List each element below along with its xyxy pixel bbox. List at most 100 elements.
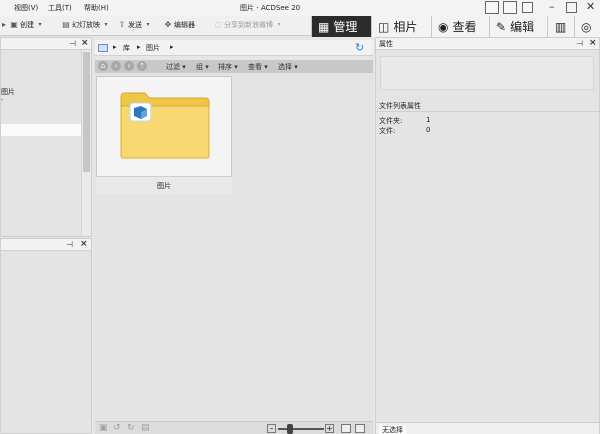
view-menu[interactable]: 查看 ▾ bbox=[248, 62, 268, 72]
divider bbox=[376, 111, 599, 112]
pin-icon[interactable]: ⊣ bbox=[69, 39, 76, 48]
breadcrumb-separator-icon: ▸ bbox=[170, 43, 174, 51]
fullscreen-icon[interactable] bbox=[522, 2, 533, 13]
mode-tab-dashboard[interactable]: ▥ bbox=[547, 16, 574, 37]
properties-panel-header: 属性 ⊣ × bbox=[376, 38, 599, 50]
select-menu[interactable]: 选择 ▾ bbox=[278, 62, 298, 72]
rotate-right-icon[interactable]: ↻ bbox=[127, 423, 135, 433]
toolbar-slideshow-button[interactable]: ▤ 幻灯放映 ▾ bbox=[62, 20, 110, 30]
group-menu-label: 组 bbox=[196, 63, 203, 71]
layout-split-icon[interactable] bbox=[503, 1, 517, 14]
toolbar-send-label: 发送 bbox=[128, 21, 142, 29]
toolbar-send-button[interactable]: ⇧ 发送 ▾ bbox=[118, 20, 152, 30]
folder-count-value: 1 bbox=[426, 116, 431, 124]
breadcrumb: ▸ 库 ▸ 图片 ▸ ↻ bbox=[95, 40, 373, 56]
mode-tab-edit[interactable]: ✎ 编辑 bbox=[489, 16, 547, 37]
folder-tree-selected-row[interactable] bbox=[1, 124, 81, 136]
mode-tab-view-label: 查看 bbox=[452, 20, 477, 34]
chevron-down-icon: ▾ bbox=[38, 21, 42, 28]
toolbar-editor-label: 编辑器 bbox=[174, 21, 195, 29]
slideshow-small-icon[interactable]: ▤ bbox=[141, 423, 150, 433]
breadcrumb-item-pictures[interactable]: 图片 bbox=[146, 43, 160, 53]
breadcrumb-item-library[interactable]: 库 bbox=[123, 43, 130, 53]
close-icon[interactable]: × bbox=[81, 38, 89, 48]
zoom-slider-thumb[interactable] bbox=[287, 424, 293, 434]
toolbar-weibo-share-label: 分享到新浪微博 bbox=[224, 21, 273, 29]
rotate-left-icon[interactable]: ↺ bbox=[113, 423, 121, 433]
back-icon[interactable]: ‹ bbox=[111, 61, 121, 71]
breadcrumb-separator-icon: ▸ bbox=[137, 43, 141, 51]
zoom-out-icon[interactable]: – bbox=[267, 424, 276, 433]
chevron-down-icon: ▾ bbox=[104, 21, 108, 28]
minimize-icon[interactable]: – bbox=[549, 1, 555, 13]
file-list-properties-title: 文件列表属性 bbox=[379, 102, 421, 110]
filter-toolbar: ⌂ ‹ › ⇡ 过滤 ▾ 组 ▾ 排序 ▾ 查看 ▾ 选择 ▾ bbox=[95, 60, 373, 73]
mode-tab-photos[interactable]: ◫ 相片 bbox=[371, 16, 431, 37]
weibo-share-icon: ◌ bbox=[214, 20, 222, 29]
file-count-label: 文件: bbox=[379, 127, 396, 135]
group-menu[interactable]: 组 ▾ bbox=[196, 62, 209, 72]
filter-menu[interactable]: 过滤 ▾ bbox=[166, 62, 186, 72]
editor-icon: ✥ bbox=[164, 20, 172, 29]
pin-icon[interactable]: ⊣ bbox=[576, 39, 583, 48]
batch-icon[interactable]: ▣ bbox=[99, 423, 108, 433]
properties-panel: 属性 ⊣ × 文件列表属性 文件夹: 1 文件: 0 无选择 bbox=[375, 37, 600, 434]
details-view-icon[interactable] bbox=[355, 424, 365, 433]
close-icon[interactable]: ✕ bbox=[586, 1, 595, 13]
forward-icon[interactable]: › bbox=[124, 61, 134, 71]
properties-tabbar: 无选择 bbox=[376, 422, 599, 434]
file-count-value: 0 bbox=[426, 126, 431, 134]
home-icon[interactable]: ⌂ bbox=[98, 61, 108, 71]
eye-icon: ◉ bbox=[438, 19, 449, 34]
mode-tab-manage-label: 管理 bbox=[333, 20, 358, 34]
thumbnail-label: 图片 bbox=[157, 182, 171, 190]
menu-tools[interactable]: 工具(T) bbox=[48, 3, 72, 13]
computer-icon[interactable] bbox=[98, 44, 108, 52]
folder-icon bbox=[120, 92, 210, 159]
thumbnail-caption: 图片 bbox=[96, 176, 232, 194]
toolbar-weibo-share-button[interactable]: ◌ 分享到新浪微博 ▾ bbox=[214, 20, 283, 30]
scroll-thumb[interactable] bbox=[83, 52, 90, 172]
grid-icon: ▦ bbox=[318, 19, 330, 34]
maximize-icon[interactable] bbox=[566, 2, 577, 13]
properties-preview-box bbox=[380, 56, 594, 90]
select-menu-label: 选择 bbox=[278, 63, 292, 71]
toolbar-create-label: 创建 bbox=[20, 21, 34, 29]
menu-view[interactable]: 视图(V) bbox=[14, 3, 38, 13]
toolbar-editor-button[interactable]: ✥ 编辑器 bbox=[164, 20, 195, 30]
chevron-down-icon: ▾ bbox=[146, 21, 150, 28]
view-menu-label: 查看 bbox=[248, 63, 262, 71]
preview-panel: ⊣ × bbox=[0, 238, 92, 434]
image-view-icon[interactable] bbox=[341, 424, 351, 433]
breadcrumb-separator-icon: ▸ bbox=[113, 43, 117, 51]
edit-icon: ✎ bbox=[496, 19, 507, 34]
properties-panel-title: 属性 bbox=[379, 40, 393, 48]
mode-tab-view[interactable]: ◉ 查看 bbox=[431, 16, 489, 37]
toolbar-create-button[interactable]: ▸ ▣ 创建 ▾ bbox=[0, 20, 44, 30]
zoom-in-icon[interactable]: + bbox=[325, 424, 334, 433]
folders-scrollbar[interactable] bbox=[81, 50, 91, 236]
center-statusbar: ▣ ↺ ↻ ▤ – + bbox=[95, 421, 373, 434]
window-title: 图片 - ACDSee 20 bbox=[240, 4, 301, 12]
close-icon[interactable]: × bbox=[589, 38, 597, 48]
tab-no-selection[interactable]: 无选择 bbox=[379, 425, 406, 434]
title-menu-bar: 视图(V) 工具(T) 帮助(H) 图片 - ACDSee 20 – ✕ bbox=[0, 0, 600, 16]
sort-menu-label: 排序 bbox=[218, 63, 232, 71]
menu-help[interactable]: 帮助(H) bbox=[84, 3, 109, 13]
dropdown-arrow-icon: ▸ bbox=[1, 20, 6, 29]
up-icon[interactable]: ⇡ bbox=[137, 61, 147, 71]
mode-tab-manage[interactable]: ▦ 管理 bbox=[311, 16, 371, 37]
folder-tree-item: ‐ bbox=[1, 96, 4, 104]
close-icon[interactable]: × bbox=[80, 239, 88, 249]
layout-toggle-icon[interactable] bbox=[485, 1, 499, 14]
bar-chart-icon: ▥ bbox=[555, 19, 567, 34]
sort-menu[interactable]: 排序 ▾ bbox=[218, 62, 238, 72]
pin-icon[interactable]: ⊣ bbox=[66, 240, 73, 249]
online-eye-icon: ◎ bbox=[581, 19, 592, 34]
folders-panel: ⊣ × 图片 ‐ bbox=[0, 37, 92, 237]
zoom-slider[interactable] bbox=[278, 428, 324, 430]
mode-tab-edit-label: 编辑 bbox=[510, 20, 535, 34]
mode-tab-online[interactable]: ◎ bbox=[574, 16, 600, 37]
sync-icon[interactable]: ↻ bbox=[355, 41, 364, 54]
preview-panel-header: ⊣ × bbox=[1, 239, 91, 251]
